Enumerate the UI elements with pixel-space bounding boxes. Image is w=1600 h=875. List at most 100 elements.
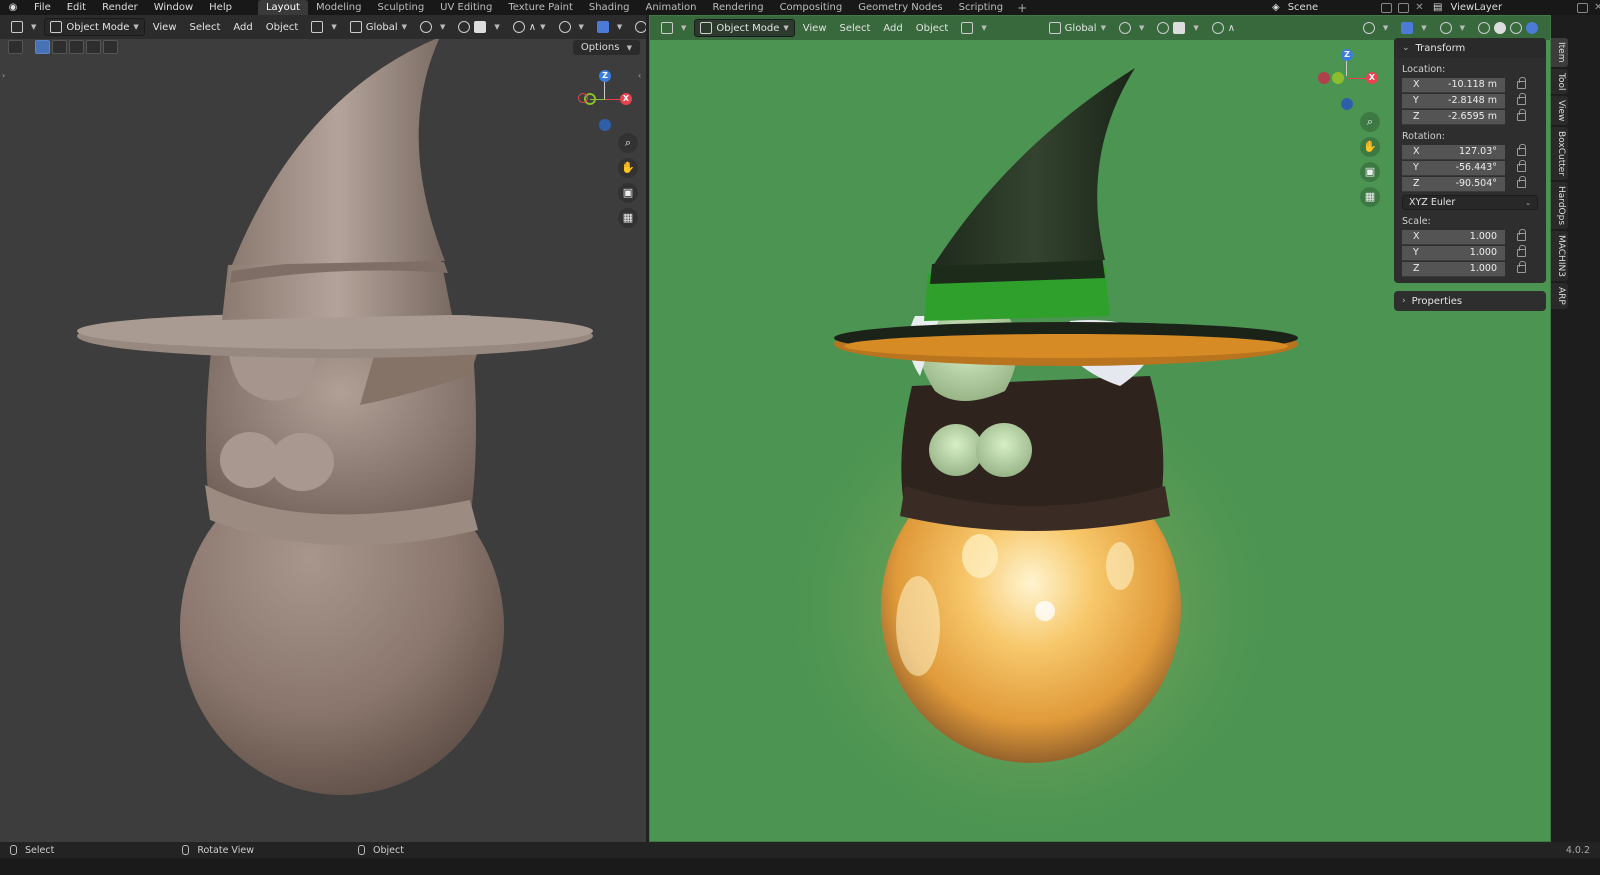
neg-x-axis-handle[interactable] xyxy=(578,93,588,103)
overlay-toggle[interactable]: ▼ xyxy=(630,18,646,36)
location-y-field[interactable]: Y -2.8148 m xyxy=(1402,93,1505,109)
proportional-edit-toggle-right[interactable]: ∧ xyxy=(1207,19,1240,37)
hand-pan-icon[interactable]: ✋ xyxy=(618,158,638,178)
rotation-z-field[interactable]: Z -90.504° xyxy=(1402,176,1505,192)
scale-y-field[interactable]: Y 1.000 xyxy=(1402,245,1505,261)
new-scene-icon[interactable] xyxy=(1398,2,1410,13)
grid-perspective-icon[interactable]: ▦ xyxy=(1360,187,1380,207)
lock-icon[interactable] xyxy=(1517,176,1526,188)
blender-logo-icon[interactable]: ◉ xyxy=(0,2,26,13)
tab-geometry-nodes[interactable]: Geometry Nodes xyxy=(850,0,950,15)
tab-shading[interactable]: Shading xyxy=(581,0,638,15)
camera-icon[interactable]: ▣ xyxy=(618,183,638,203)
neg-z-axis-handle[interactable] xyxy=(599,119,611,131)
mode-dropdown[interactable]: Object Mode ▼ xyxy=(44,18,145,36)
visibility-dropdown-right[interactable]: ▼ xyxy=(1358,19,1393,37)
select-tool-icon[interactable] xyxy=(8,40,23,54)
gizmo-toggle-right[interactable]: ▼ xyxy=(1396,19,1431,37)
zoom-icon[interactable]: ⌕ xyxy=(1360,112,1380,132)
sidebar-tab-boxcutter[interactable]: BoxCutter xyxy=(1551,127,1568,181)
navigation-gizmo[interactable]: Z X xyxy=(578,67,638,131)
overlay-toggle-right[interactable]: ▼ xyxy=(1435,19,1470,37)
lock-icon[interactable] xyxy=(1517,261,1526,273)
viewlayer-selector[interactable]: ▤ ViewLayer ✕ xyxy=(1433,0,1600,15)
tab-animation[interactable]: Animation xyxy=(638,0,705,15)
scene-name[interactable]: Scene xyxy=(1288,2,1319,13)
sidebar-tab-view[interactable]: View xyxy=(1551,95,1568,126)
tab-scripting[interactable]: Scripting xyxy=(951,0,1011,15)
tab-compositing[interactable]: Compositing xyxy=(772,0,851,15)
navigation-gizmo-right[interactable]: Z X xyxy=(1318,46,1378,110)
tab-modeling[interactable]: Modeling xyxy=(308,0,370,15)
menu-edit[interactable]: Edit xyxy=(59,0,94,15)
editor-type-button[interactable]: ▼ xyxy=(6,18,41,36)
lock-icon[interactable] xyxy=(1517,245,1526,257)
close-scene-icon[interactable]: ✕ xyxy=(1415,2,1423,13)
tab-texture-paint[interactable]: Texture Paint xyxy=(500,0,581,15)
close-viewlayer-icon[interactable]: ✕ xyxy=(1594,2,1600,13)
new-viewlayer-icon[interactable] xyxy=(1577,2,1589,13)
add-workspace-icon[interactable]: + xyxy=(1011,1,1033,15)
pin-icon[interactable] xyxy=(1381,2,1393,13)
options-dropdown[interactable]: Options ▼ xyxy=(572,40,640,55)
scale-x-field[interactable]: X 1.000 xyxy=(1402,229,1505,245)
menu-select-right[interactable]: Select xyxy=(835,19,876,37)
lock-icon[interactable] xyxy=(1517,144,1526,156)
menu-add[interactable]: Add xyxy=(228,18,257,36)
location-x-field[interactable]: X -10.118 m xyxy=(1402,77,1505,93)
tab-sculpting[interactable]: Sculpting xyxy=(369,0,432,15)
zoom-icon[interactable]: ⌕ xyxy=(618,133,638,153)
rotation-x-field[interactable]: X 127.03° xyxy=(1402,144,1505,160)
lock-icon[interactable] xyxy=(1517,160,1526,172)
transform-orientation-dropdown[interactable]: Global ▼ xyxy=(345,18,412,36)
rendered-shading-icon[interactable] xyxy=(1526,22,1538,34)
lock-icon[interactable] xyxy=(1517,109,1526,121)
mode-dropdown-right[interactable]: Object Mode ▼ xyxy=(694,19,795,37)
editor-type-button-right[interactable]: ▼ xyxy=(656,19,691,37)
menu-window[interactable]: Window xyxy=(146,0,201,15)
neg-x-axis-handle-right[interactable] xyxy=(1318,72,1330,84)
snap-options-button[interactable]: ▼ xyxy=(306,18,341,36)
viewport-solid[interactable]: ▼ Object Mode ▼ View Select Add Object ▼ … xyxy=(0,15,646,842)
gizmo-toggle[interactable]: ▼ xyxy=(592,18,627,36)
menu-select[interactable]: Select xyxy=(185,18,226,36)
neg-z-axis-handle-right[interactable] xyxy=(1341,98,1353,110)
rotation-y-field[interactable]: Y -56.443° xyxy=(1402,160,1505,176)
visibility-dropdown[interactable]: ▼ xyxy=(554,18,589,36)
menu-help[interactable]: Help xyxy=(201,0,240,15)
sidebar-tab-hardops[interactable]: HardOps xyxy=(1551,182,1568,230)
scene-selector[interactable]: ◈ Scene ✕ xyxy=(1272,0,1424,15)
scale-z-field[interactable]: Z 1.000 xyxy=(1402,261,1505,277)
wireframe-shading-icon[interactable] xyxy=(1478,22,1490,34)
sidebar-tab-item[interactable]: Item xyxy=(1551,38,1568,67)
sidebar-tab-arp[interactable]: ARP xyxy=(1551,283,1568,310)
z-axis-handle[interactable]: Z xyxy=(599,70,611,82)
lock-icon[interactable] xyxy=(1517,77,1526,89)
lock-icon[interactable] xyxy=(1517,229,1526,241)
menu-file[interactable]: File xyxy=(26,0,59,15)
tab-layout[interactable]: Layout xyxy=(257,0,308,15)
menu-add-right[interactable]: Add xyxy=(878,19,907,37)
menu-view-right[interactable]: View xyxy=(798,19,832,37)
transform-header[interactable]: ⌄ Transform xyxy=(1394,38,1546,58)
grid-perspective-icon[interactable]: ▦ xyxy=(618,208,638,228)
material-shading-icon[interactable] xyxy=(1510,22,1522,34)
select-intersect-icon[interactable] xyxy=(103,40,118,54)
snap-toggle-right[interactable]: ▼ xyxy=(1152,19,1203,37)
proportional-edit-toggle[interactable]: ∧ ▼ xyxy=(508,18,551,36)
menu-object[interactable]: Object xyxy=(261,18,304,36)
tab-uv-editing[interactable]: UV Editing xyxy=(432,0,500,15)
tab-rendering[interactable]: Rendering xyxy=(704,0,771,15)
menu-view[interactable]: View xyxy=(148,18,182,36)
hand-pan-icon[interactable]: ✋ xyxy=(1360,137,1380,157)
z-axis-handle-right[interactable]: Z xyxy=(1341,49,1353,61)
x-axis-handle-right[interactable]: X xyxy=(1366,72,1378,84)
y-axis-handle-right[interactable] xyxy=(1332,72,1344,84)
snap-toggle[interactable]: ▼ xyxy=(453,18,504,36)
rotation-mode-dropdown[interactable]: XYZ Euler ⌄ xyxy=(1402,195,1538,210)
lock-icon[interactable] xyxy=(1517,93,1526,105)
select-invert-icon[interactable] xyxy=(86,40,101,54)
snap-options-button-right[interactable]: ▼ xyxy=(956,19,991,37)
menu-object-right[interactable]: Object xyxy=(911,19,954,37)
camera-icon[interactable]: ▣ xyxy=(1360,162,1380,182)
